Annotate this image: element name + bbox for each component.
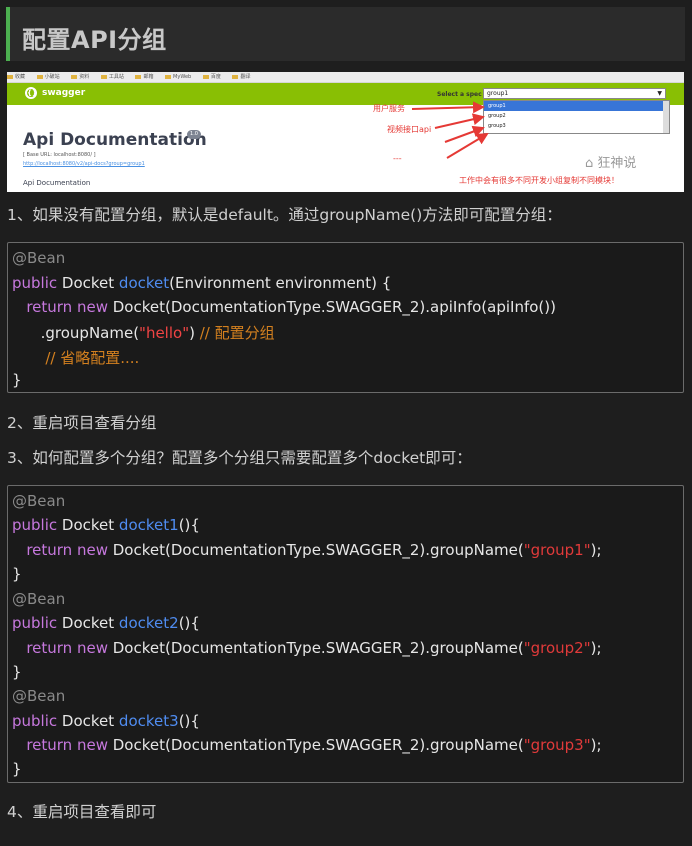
keyword: return	[26, 639, 73, 657]
string-literal: "group3"	[523, 736, 591, 754]
type-text: Docket	[57, 516, 119, 534]
code-line: public Docket docket2(){	[12, 614, 200, 632]
method-name: docket3	[118, 712, 179, 730]
annotation: @Bean	[12, 687, 66, 705]
code-text: Docket(DocumentationType.SWAGGER_2).grou…	[107, 736, 524, 754]
step-1-text: 1、如果没有配置分组，默认是default。通过groupName()方法即可配…	[7, 206, 562, 224]
closing-brace: }	[12, 663, 22, 681]
string-literal: "group2"	[523, 639, 591, 657]
step-2-text: 2、重启项目查看分组	[7, 414, 157, 432]
step-4-text: 4、重启项目查看即可	[7, 803, 157, 821]
code-text: );	[590, 639, 602, 657]
closing-brace: }	[12, 760, 22, 778]
code-block-2: @Bean public Docket docket1(){ return ne…	[7, 485, 684, 783]
keyword: new	[76, 639, 108, 657]
closing-brace: }	[12, 565, 22, 583]
code-line: @Bean	[12, 590, 65, 608]
string-literal: "group1"	[523, 541, 591, 559]
code-line: public Docket docket1(){	[12, 516, 200, 534]
type-text: Docket	[57, 614, 119, 632]
annotation-arrows	[411, 101, 489, 159]
code-line: .groupName("hello") // 配置分组	[12, 322, 275, 343]
arrow-to-group1	[411, 101, 485, 114]
closing-brace: }	[12, 371, 22, 389]
code-line: @Bean	[12, 492, 65, 510]
method-name: docket	[118, 274, 170, 292]
keyword: return	[26, 298, 73, 316]
signature: (Environment environment) {	[169, 274, 392, 292]
code-line: // 省略配置....	[12, 347, 139, 368]
code-line: return new Docket(DocumentationType.SWAG…	[12, 639, 602, 657]
keyword: new	[76, 736, 108, 754]
code-text: .groupName(	[12, 324, 140, 342]
code-line: return new Docket(DocumentationType.SWAG…	[12, 298, 556, 316]
string-literal: "hello"	[139, 324, 190, 342]
code-line: public Docket docket3(){	[12, 712, 200, 730]
arrow-to-group2	[434, 113, 485, 129]
keyword: public	[12, 516, 58, 534]
comment: // 省略配置....	[12, 349, 140, 367]
code-text: Docket(DocumentationType.SWAGGER_2).grou…	[107, 639, 524, 657]
swagger-screenshot: 收藏 小破站 资料 工具站 邮箱 MyWeb 百度 翻译 {} swagger …	[7, 72, 684, 192]
type-text: Docket	[57, 274, 119, 292]
annotation: @Bean	[12, 590, 66, 608]
keyword: public	[12, 614, 58, 632]
code-line: return new Docket(DocumentationType.SWAG…	[12, 541, 602, 559]
keyword: return	[26, 541, 73, 559]
method-name: docket2	[118, 614, 179, 632]
comment: // 配置分组	[199, 324, 275, 342]
code-text: );	[590, 541, 602, 559]
keyword: return	[26, 736, 73, 754]
code-line: @Bean	[12, 687, 65, 705]
code-line: }	[12, 565, 22, 583]
code-line: return new Docket(DocumentationType.SWAG…	[12, 736, 602, 754]
code-block-1: @Bean public Docket docket(Environment e…	[7, 242, 684, 393]
section-heading: 配置API分组	[6, 7, 685, 61]
type-text: Docket	[57, 712, 119, 730]
step-3-text: 3、如何配置多个分组？配置多个分组只需要配置多个docket即可：	[7, 449, 472, 467]
code-text: Docket(DocumentationType.SWAGGER_2).apiI…	[107, 298, 556, 316]
signature: (){	[178, 516, 200, 534]
keyword: public	[12, 274, 58, 292]
code-text: Docket(DocumentationType.SWAGGER_2).grou…	[107, 541, 524, 559]
arrow-to-group4	[446, 132, 489, 159]
code-text: );	[590, 736, 602, 754]
code-line: public Docket docket(Environment environ…	[12, 274, 391, 292]
method-name: docket1	[118, 516, 179, 534]
keyword: new	[76, 298, 108, 316]
code-line: }	[12, 760, 22, 778]
code-line: }	[12, 371, 22, 389]
code-line: @Bean	[12, 249, 65, 267]
code-line: }	[12, 663, 22, 681]
keyword: public	[12, 712, 58, 730]
annotation: @Bean	[12, 249, 66, 267]
code-text: )	[189, 324, 200, 342]
signature: (){	[178, 614, 200, 632]
keyword: new	[76, 541, 108, 559]
heading-text: 配置API分组	[22, 26, 167, 54]
annotation: @Bean	[12, 492, 66, 510]
signature: (){	[178, 712, 200, 730]
